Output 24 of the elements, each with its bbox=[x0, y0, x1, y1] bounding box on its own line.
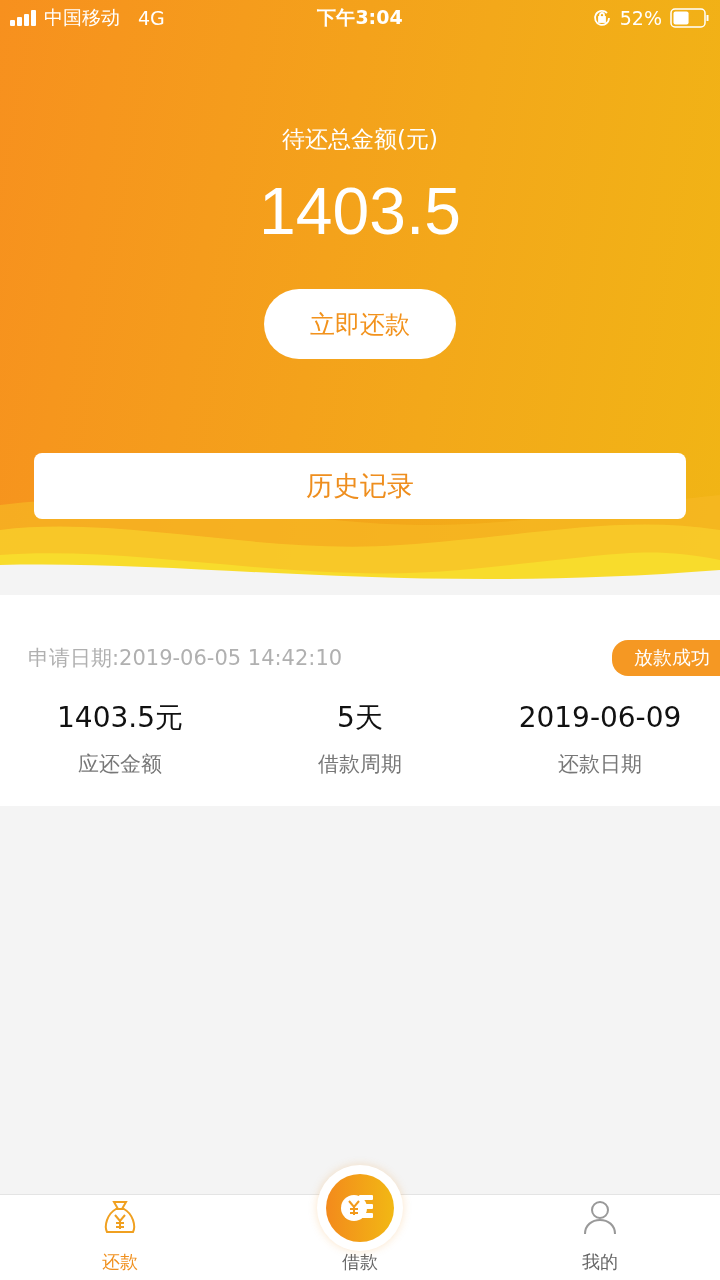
tab-label[interactable]: 还款 bbox=[102, 1250, 138, 1274]
rotation-lock-icon bbox=[591, 8, 612, 28]
coin-stack-icon[interactable] bbox=[317, 1165, 403, 1251]
total-due-amount: 1403.5 bbox=[259, 173, 461, 249]
stat-value: 2019-06-09 bbox=[518, 700, 682, 736]
network-type: 4G bbox=[138, 7, 165, 29]
total-due-label: 待还总金额(元) bbox=[282, 125, 438, 154]
stat-value: 5天 bbox=[337, 700, 383, 736]
tab-label[interactable]: 借款 bbox=[342, 1250, 378, 1274]
stat-value: 1403.5元 bbox=[57, 700, 183, 736]
battery-percent: 52% bbox=[619, 7, 662, 29]
tab-label[interactable]: 我的 bbox=[582, 1250, 618, 1274]
carrier-name: 中国移动 bbox=[44, 5, 120, 30]
clock-time: 下午3:04 bbox=[317, 5, 403, 30]
signal-icon bbox=[10, 10, 38, 26]
status-badge: 放款成功 bbox=[612, 640, 720, 676]
history-button[interactable]: 历史记录 bbox=[34, 453, 686, 519]
apply-date: 申请日期:2019-06-05 14:42:10 bbox=[28, 645, 343, 672]
stat-label: 借款周期 bbox=[318, 751, 402, 778]
stat-label: 还款日期 bbox=[558, 751, 642, 778]
stat-label: 应还金额 bbox=[78, 751, 162, 778]
person-icon bbox=[581, 1198, 619, 1236]
battery-icon bbox=[670, 8, 710, 28]
repay-now-button[interactable]: 立即还款 bbox=[264, 289, 456, 359]
